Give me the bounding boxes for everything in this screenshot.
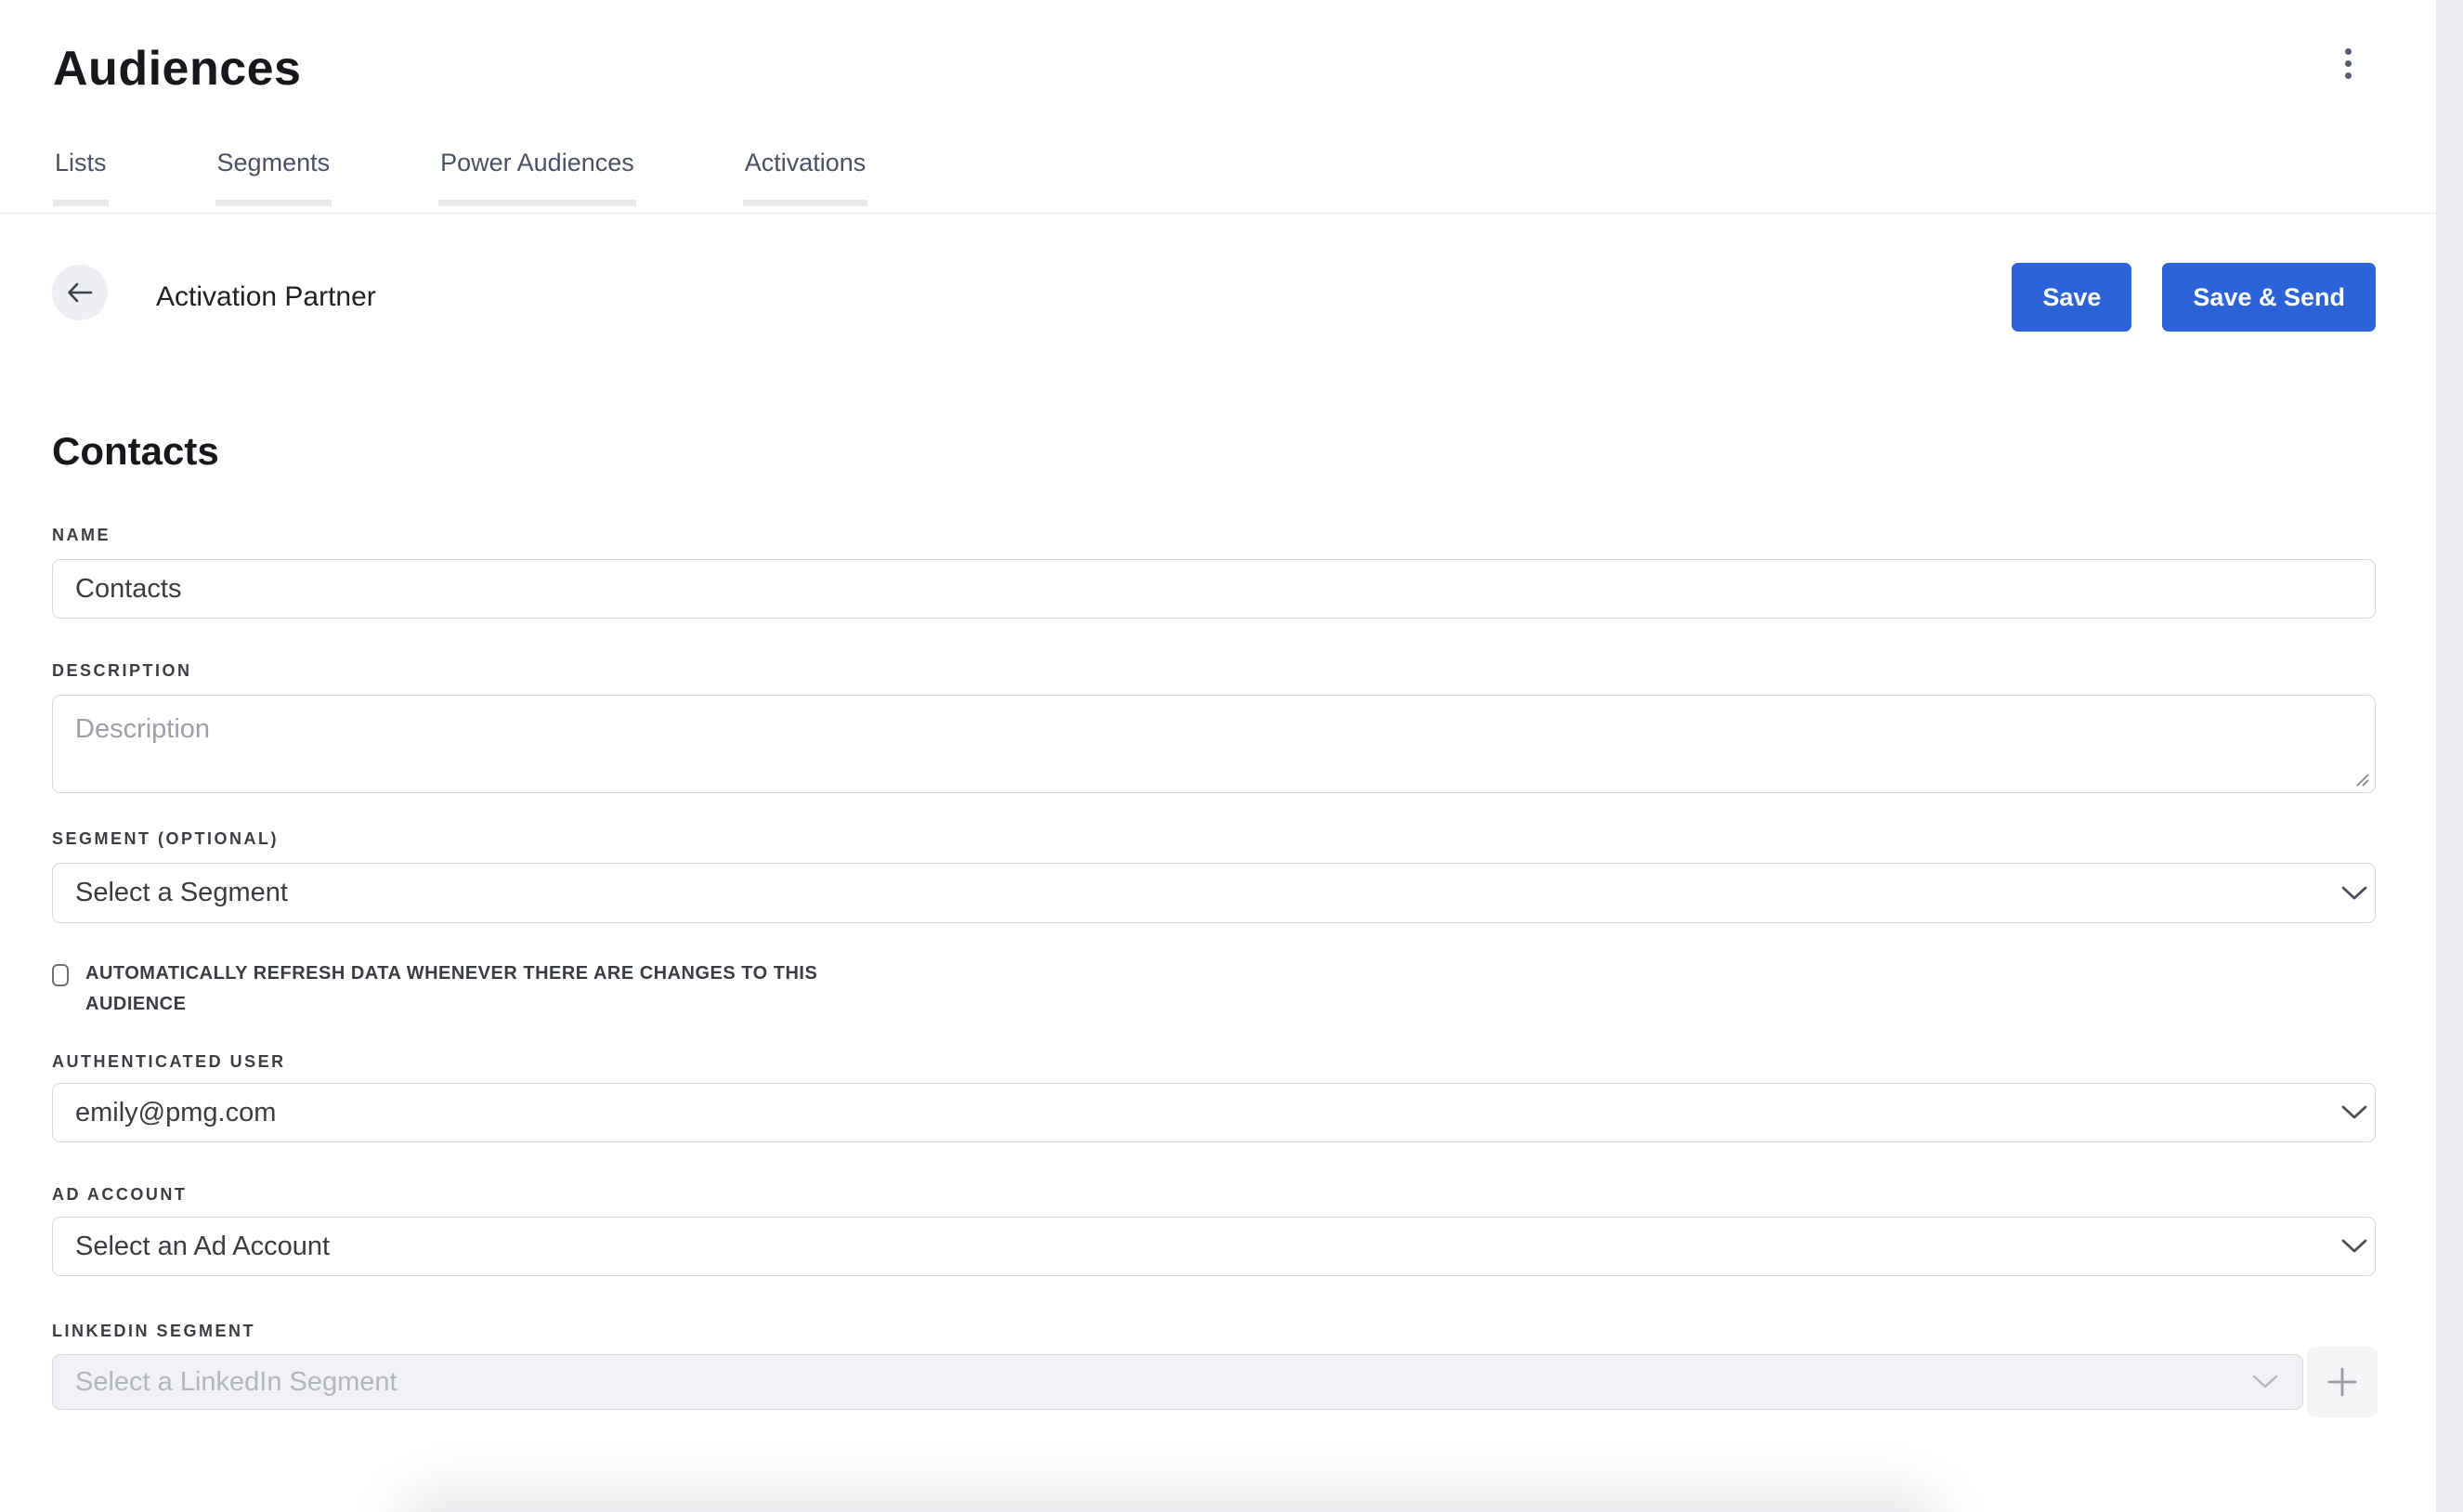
name-input[interactable]	[52, 559, 2376, 619]
save-and-send-button[interactable]: Save & Send	[2162, 263, 2376, 332]
tab-segments[interactable]: Segments	[215, 149, 332, 206]
arrow-left-icon	[65, 280, 95, 305]
chevron-down-icon	[2341, 1105, 2367, 1120]
add-linkedin-segment-button[interactable]	[2307, 1347, 2378, 1417]
tab-bar: Lists Segments Power Audiences Activatio…	[53, 149, 867, 206]
kebab-menu-icon	[2345, 48, 2352, 55]
description-field	[52, 695, 2376, 793]
authenticated-user-select[interactable]: emily@pmg.com	[52, 1083, 2376, 1142]
segment-label: SEGMENT (OPTIONAL)	[52, 829, 279, 849]
audiences-page: Audiences Lists Segments Power Audiences…	[0, 0, 2463, 1512]
plus-icon	[2326, 1365, 2359, 1399]
ad-account-select[interactable]: Select an Ad Account	[52, 1217, 2376, 1276]
tab-activations[interactable]: Activations	[743, 149, 868, 206]
auto-refresh-label-line2: AUDIENCE	[85, 994, 186, 1014]
name-label: NAME	[52, 526, 111, 545]
toolbar: Activation Partner Save Save & Send	[52, 263, 2376, 332]
overflow-menu-button[interactable]	[2327, 37, 2368, 89]
back-button[interactable]	[52, 265, 108, 320]
authenticated-user-label: AUTHENTICATED USER	[52, 1052, 286, 1072]
kebab-menu-icon	[2345, 72, 2352, 79]
kebab-menu-icon	[2345, 60, 2352, 67]
resize-grip-icon[interactable]	[2353, 771, 2370, 788]
description-textarea[interactable]	[53, 696, 2375, 792]
tab-power-audiences[interactable]: Power Audiences	[438, 149, 636, 206]
auto-refresh-checkbox[interactable]	[52, 964, 69, 986]
segment-select[interactable]: Select a Segment	[52, 863, 2376, 923]
header: Audiences Lists Segments Power Audiences…	[0, 0, 2436, 214]
linkedin-segment-label: LINKEDIN SEGMENT	[52, 1322, 255, 1341]
auto-refresh-row: AUTOMATICALLY REFRESH DATA WHENEVER THER…	[52, 958, 817, 1020]
authenticated-user-value: emily@pmg.com	[75, 1098, 276, 1128]
auto-refresh-label[interactable]: AUTOMATICALLY REFRESH DATA WHENEVER THER…	[85, 958, 817, 1020]
auto-refresh-label-line1: AUTOMATICALLY REFRESH DATA WHENEVER THER…	[85, 963, 817, 984]
page-title: Audiences	[53, 41, 301, 97]
linkedin-segment-select: Select a LinkedIn Segment	[52, 1354, 2303, 1410]
tab-lists[interactable]: Lists	[53, 149, 109, 206]
chevron-down-icon	[2341, 886, 2367, 901]
segment-select-value: Select a Segment	[75, 878, 288, 908]
save-button[interactable]: Save	[2012, 263, 2131, 332]
ad-account-value: Select an Ad Account	[75, 1232, 330, 1262]
chevron-down-icon	[2252, 1375, 2278, 1389]
chevron-down-icon	[2341, 1239, 2367, 1254]
description-label: DESCRIPTION	[52, 661, 192, 681]
section-heading: Contacts	[52, 429, 219, 474]
ad-account-label: AD ACCOUNT	[52, 1185, 187, 1205]
scrollbar-gutter	[2436, 0, 2463, 1512]
toolbar-title: Activation Partner	[156, 263, 376, 332]
toolbar-actions: Save Save & Send	[2012, 263, 2376, 332]
linkedin-segment-placeholder: Select a LinkedIn Segment	[75, 1367, 397, 1398]
